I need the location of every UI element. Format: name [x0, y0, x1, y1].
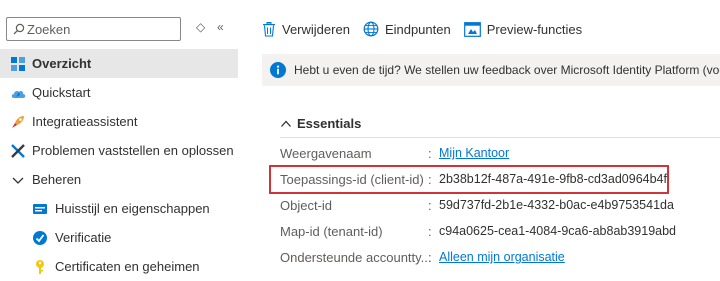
sidebar-search-row: ◇ «	[6, 17, 236, 45]
property-separator: :	[428, 198, 432, 213]
sidebar: ◇ « Overzicht Quickstart	[0, 0, 238, 274]
sidebar-item-label: Integratieassistent	[32, 114, 138, 129]
tenant-id-value[interactable]: c94a0625-cea1-4084-9ca6-ab8ab3919abd	[439, 224, 676, 238]
sidebar-item-verificatie[interactable]: Verificatie	[0, 223, 238, 252]
property-key: Object-id	[280, 198, 333, 213]
sidebar-item-label: Huisstijl en eigenschappen	[55, 201, 210, 216]
sidebar-item-label: Certificaten en geheimen	[55, 259, 200, 274]
info-icon	[270, 62, 286, 78]
sidebar-item-quickstart[interactable]: Quickstart	[0, 78, 238, 107]
info-banner-text: Hebt u even de tijd? We stellen uw feedb…	[294, 63, 720, 77]
sort-toggle-icon[interactable]: ◇	[196, 20, 205, 34]
search-input[interactable]	[27, 19, 177, 39]
delete-label: Verwijderen	[282, 21, 350, 37]
sidebar-item-problemen[interactable]: Problemen vaststellen en oplossen	[0, 136, 238, 165]
sidebar-item-label: Quickstart	[32, 85, 91, 100]
property-separator: :	[428, 172, 432, 187]
object-id-value[interactable]: 59d737fd-2b1e-4332-b0ac-e4b9753541da	[439, 198, 674, 212]
property-separator: :	[428, 146, 432, 161]
preview-features-button[interactable]: Preview-functies	[463, 21, 583, 37]
property-separator: :	[428, 250, 432, 265]
sidebar-item-overzicht[interactable]: Overzicht	[0, 49, 238, 78]
delete-button[interactable]: Verwijderen	[262, 21, 350, 37]
account-types-link[interactable]: Alleen mijn organisatie	[439, 250, 565, 264]
sidebar-item-label: Problemen vaststellen en oplossen	[32, 143, 234, 158]
sidebar-item-huisstijl[interactable]: Huisstijl en eigenschappen	[0, 194, 238, 223]
rocket-icon	[12, 116, 24, 128]
sidebar-item-certificaten[interactable]: Certificaten en geheimen	[0, 252, 238, 281]
endpoints-label: Eindpunten	[384, 21, 451, 37]
cloud-quickstart-icon	[11, 90, 26, 98]
chevron-up-icon	[281, 120, 291, 127]
troubleshoot-tools-icon	[11, 144, 25, 158]
collapse-sidebar-icon[interactable]: «	[217, 20, 224, 34]
overview-grid-icon	[11, 57, 25, 71]
sidebar-item-integratieassistent[interactable]: Integratieassistent	[0, 107, 238, 136]
sidebar-group-beheren[interactable]: Beheren	[0, 165, 238, 194]
sidebar-nav: Overzicht Quickstart Integratieassistent…	[0, 49, 238, 281]
authentication-icon	[33, 231, 47, 245]
feedback-info-banner[interactable]: Hebt u even de tijd? We stellen uw feedb…	[262, 54, 720, 86]
client-id-value[interactable]: 2b38b12f-487a-491e-9fb8-cd3ad0964b4f	[439, 172, 667, 186]
branding-icon	[33, 204, 47, 214]
essentials-title: Essentials	[297, 116, 362, 131]
preview-features-label: Preview-functies	[486, 21, 583, 37]
property-key: Ondersteunde accountty...	[280, 250, 432, 265]
display-name-link[interactable]: Mijn Kantoor	[439, 146, 509, 160]
property-key: Weergavenaam	[280, 146, 372, 161]
essentials-toggle[interactable]: Essentials	[280, 116, 361, 131]
globe-icon	[363, 21, 379, 37]
chevron-down-icon	[12, 177, 24, 184]
search-icon	[13, 23, 25, 35]
preview-features-icon	[463, 21, 481, 37]
search-box[interactable]	[6, 17, 181, 41]
property-key: Toepassings-id (client-id)	[280, 172, 424, 187]
sidebar-item-label: Overzicht	[32, 56, 92, 71]
trash-icon	[263, 21, 275, 37]
endpoints-button[interactable]: Eindpunten	[363, 21, 451, 37]
command-bar: Verwijderen Eindpunten Preview-functies	[262, 18, 595, 40]
sidebar-item-label: Verificatie	[55, 230, 112, 245]
essentials-divider	[280, 137, 720, 138]
property-key: Map-id (tenant-id)	[280, 224, 383, 239]
property-separator: :	[428, 224, 432, 239]
sidebar-item-label: Beheren	[32, 172, 82, 187]
